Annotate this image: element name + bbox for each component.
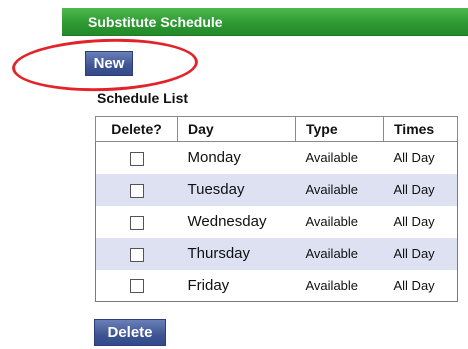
delete-cell — [95, 173, 178, 206]
column-header-type: Type — [295, 116, 384, 142]
title-bar: Substitute Schedule — [62, 8, 468, 36]
delete-cell — [96, 206, 178, 238]
times-cell: All Day — [393, 214, 435, 229]
schedule-table: Delete? Day Type Times Monday Available … — [95, 116, 458, 302]
schedule-list-heading: Schedule List — [97, 90, 189, 106]
delete-checkbox[interactable] — [129, 279, 144, 294]
type-cell: Available — [305, 150, 359, 166]
type-cell: Available — [305, 277, 359, 293]
delete-button[interactable]: Delete — [94, 319, 166, 346]
day-cell: Tuesday — [177, 173, 296, 206]
day-cell: Monday — [187, 149, 241, 167]
delete-cell — [96, 270, 178, 302]
delete-checkbox[interactable] — [129, 183, 144, 198]
table-row: Monday Available All Day — [96, 142, 458, 174]
table-header-row: Delete? Day Type Times — [95, 116, 458, 142]
delete-cell — [95, 237, 178, 270]
delete-checkbox[interactable] — [129, 151, 144, 166]
column-header-delete: Delete? — [95, 116, 178, 142]
type-cell: Available — [295, 237, 384, 270]
highlight-circle-annotation — [11, 35, 199, 95]
table-row: Tuesday Available All Day — [95, 173, 458, 206]
times-cell: All Day — [393, 150, 435, 166]
table-row: Wednesday Available All Day — [96, 206, 458, 238]
delete-checkbox[interactable] — [129, 215, 144, 230]
delete-checkbox[interactable] — [129, 247, 144, 262]
type-cell: Available — [305, 214, 359, 229]
day-cell: Wednesday — [187, 213, 267, 230]
table-row: Thursday Available All Day — [95, 237, 458, 270]
day-cell: Thursday — [177, 237, 296, 270]
column-header-day: Day — [177, 116, 296, 142]
table-row: Friday Available All Day — [96, 270, 458, 302]
times-cell: All Day — [383, 237, 458, 270]
page: Substitute Schedule New Schedule List De… — [0, 0, 468, 349]
day-cell: Friday — [187, 276, 230, 294]
type-cell: Available — [295, 173, 384, 206]
times-cell: All Day — [393, 277, 435, 293]
delete-cell — [96, 142, 178, 174]
page-title: Substitute Schedule — [88, 14, 223, 30]
times-cell: All Day — [383, 173, 458, 206]
column-header-times: Times — [383, 116, 458, 142]
